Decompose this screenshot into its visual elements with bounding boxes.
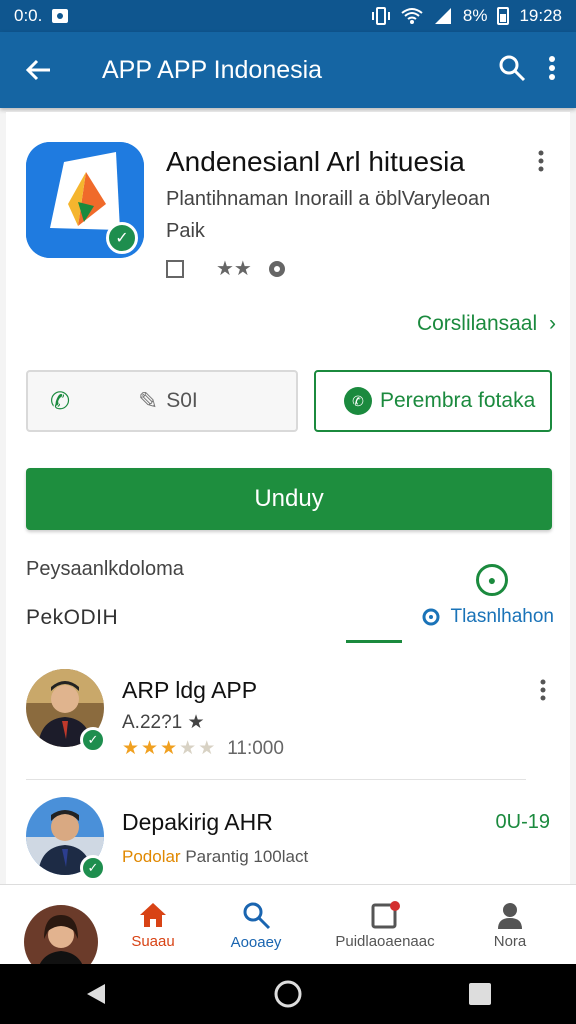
star-icon: ★: [198, 738, 216, 759]
whatsapp-button[interactable]: ✆ Perembra fotaka: [314, 370, 552, 432]
status-left: 0:0.: [14, 6, 69, 26]
notification-icon: [52, 9, 69, 23]
settings-icon: [268, 260, 285, 277]
app-bar-actions: [498, 54, 576, 87]
section-tab-label: Tlasnlhahon: [450, 606, 554, 627]
nav-search[interactable]: Aooaey: [218, 885, 294, 965]
star-icon: ★: [179, 738, 197, 759]
signal-icon: [434, 8, 451, 24]
phone-icon: ✆: [50, 387, 71, 415]
home-icon: [140, 902, 166, 927]
app-bar: APP APP Indonesia: [0, 32, 576, 108]
item-title: Depakirig AHR: [122, 809, 273, 835]
star-icon: ★: [122, 738, 140, 759]
call-button[interactable]: ✆ ✎ S0I: [26, 370, 298, 432]
nav-account[interactable]: Nora: [470, 885, 550, 965]
chat-icon[interactable]: ●: [476, 564, 508, 596]
back-triangle-icon: [87, 984, 105, 1004]
call-button-label: S0I: [166, 389, 198, 412]
list-item[interactable]: ✓ ARP ldg APP A.22?1 ★ ★ ★ ★ ★ ★ 11:000: [6, 667, 570, 780]
more-vert-icon: [549, 55, 555, 80]
star-rating: ★ ★ ★ ★ ★ 11:000: [122, 737, 284, 760]
nav-updates-label: Puidlaoaenaac: [335, 932, 435, 950]
divider: [26, 779, 526, 780]
star-icon: ★: [160, 738, 178, 759]
status-bar: 0:0. 8% 19:28: [0, 0, 576, 32]
app-detail-card: ✓ Andenesianl Arl hituesia Plantihnaman …: [6, 112, 570, 892]
app-more-button[interactable]: [538, 150, 544, 179]
nav-home-label: Suaau: [131, 932, 175, 950]
app-category: Paik: [166, 220, 205, 242]
more-info-link[interactable]: Corslilansaal ›: [417, 312, 556, 336]
status-time-right: 19:28: [519, 6, 562, 25]
app-developer: Plantihnaman Inoraill a öblVaryleoan: [166, 188, 491, 210]
arrow-back-icon: [25, 59, 50, 81]
item-more-button[interactable]: [540, 679, 546, 708]
item-subtitle-highlight: Podolar: [122, 847, 181, 866]
more-vert-icon: [540, 679, 546, 701]
settings-gear-icon: [422, 608, 440, 626]
system-recents-button[interactable]: [450, 974, 510, 1014]
edit-icon: ✎: [138, 387, 159, 415]
item-subtitle: Podolar Parantig 100lact: [122, 847, 308, 867]
search-button[interactable]: [498, 54, 526, 87]
verified-badge-icon: ✓: [106, 222, 138, 254]
nav-updates[interactable]: Puidlaoaenaac: [325, 885, 445, 965]
recents-square-icon: [469, 983, 491, 1005]
whatsapp-icon: ✆: [344, 387, 372, 415]
back-button[interactable]: [0, 58, 76, 82]
rating-count: 11:000: [227, 737, 284, 759]
verified-badge-icon: ✓: [80, 727, 106, 753]
section-heading: PekODIH: [26, 606, 119, 629]
chevron-right-icon: ›: [549, 312, 556, 335]
star-rating-icon: ★★: [216, 258, 252, 280]
section-label: Peysaanlkdoloma: [26, 558, 184, 580]
item-subtitle-rest: Parantig 100lact: [185, 847, 309, 866]
more-options-button[interactable]: [548, 55, 556, 86]
content-rating-icon: [166, 259, 184, 278]
list-item[interactable]: ✓ Depakirig AHR 0U-19 Podolar Parantig 1…: [6, 797, 570, 897]
updates-icon: [371, 900, 400, 928]
verified-badge-icon: ✓: [80, 855, 106, 881]
tab-indicator: [346, 640, 402, 643]
nav-home[interactable]: Suaau: [118, 885, 188, 965]
more-info-label: Corslilansaal: [416, 312, 538, 335]
section-tab-link[interactable]: Tlasnlhahon: [420, 606, 554, 628]
more-vert-icon: [538, 150, 544, 172]
whatsapp-button-label: Perembra fotaka: [380, 389, 536, 412]
item-price: 0U-19: [495, 811, 550, 833]
nav-search-label: Aooaey: [230, 933, 282, 951]
app-bar-title: APP APP Indonesia: [102, 55, 323, 84]
search-icon: [243, 902, 271, 929]
screen: 0:0. 8% 19:28 APP APP Indonesia ✓ Andene…: [0, 0, 576, 1024]
battery-icon: [497, 7, 510, 25]
system-back-button[interactable]: [66, 974, 126, 1014]
install-button[interactable]: Unduy: [26, 468, 552, 530]
wifi-icon: [401, 8, 423, 24]
home-circle-icon: [274, 980, 302, 1008]
app-meta-row: ★★: [166, 256, 288, 281]
status-time-left: 0:0.: [14, 6, 43, 25]
system-navigation-bar: [0, 964, 576, 1024]
bottom-navigation: Suaau Aooaey Puidlaoaenaac Nora: [0, 884, 576, 979]
nav-account-label: Nora: [493, 932, 527, 950]
vibrate-icon: [371, 7, 390, 25]
item-rating-text: A.22?1 ★: [122, 712, 205, 733]
battery-percent: 8%: [462, 6, 488, 25]
item-title: ARP ldg APP: [122, 677, 258, 703]
install-button-label: Unduy: [254, 485, 324, 512]
status-right: 8% 19:28: [371, 6, 562, 26]
system-home-button[interactable]: [258, 974, 318, 1014]
search-icon: [499, 55, 526, 81]
star-icon: ★: [141, 738, 159, 759]
account-icon: [498, 902, 522, 929]
app-title: Andenesianl Arl hituesia: [166, 146, 465, 177]
